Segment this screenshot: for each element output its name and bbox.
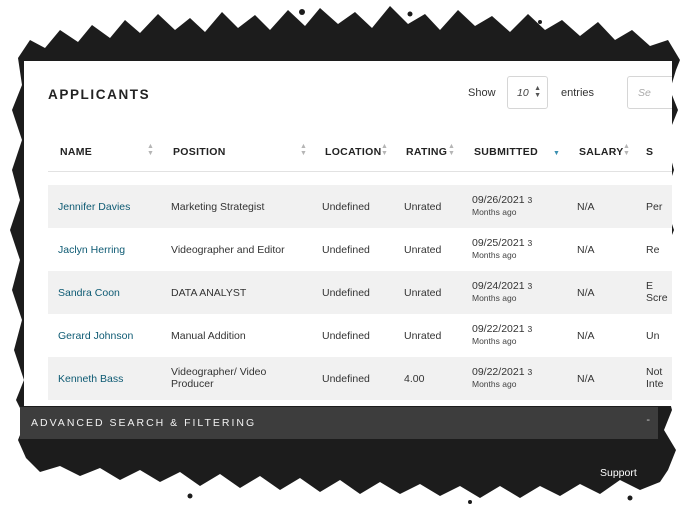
location-cell: Undefined [322, 201, 370, 213]
submitted-date: 09/25/2021 [472, 237, 525, 249]
support-link[interactable]: Support [600, 467, 637, 479]
position-line-1: Videographer/ Video [171, 366, 267, 378]
table-row[interactable]: Jennifer Davies Marketing Strategist Und… [48, 185, 672, 228]
sort-icon[interactable]: ▲ ▼ [623, 143, 630, 157]
applicant-name-link[interactable]: Jaclyn Herring [58, 244, 125, 256]
status-line-2: Scre [646, 292, 668, 304]
page-size-select[interactable]: 10 ▲ ▼ [507, 76, 548, 109]
salary-cell: N/A [577, 201, 595, 213]
submitted-ago-suffix: Months ago [472, 336, 517, 346]
status-line-2: Inte [646, 378, 664, 390]
sort-icon[interactable]: ▲ ▼ [147, 143, 154, 157]
advanced-search-label: ADVANCED SEARCH & FILTERING [31, 417, 257, 429]
collapse-icon[interactable]: - [646, 414, 650, 426]
location-cell: Undefined [322, 330, 370, 342]
salary-cell: N/A [577, 373, 595, 385]
page-size-value: 10 [517, 87, 529, 99]
sort-icon[interactable]: ▲ ▼ [300, 143, 307, 157]
submitted-date: 09/22/2021 [472, 366, 525, 378]
rating-cell: Unrated [404, 244, 442, 256]
position-cell: Videographer and Editor [171, 244, 285, 256]
page-title: APPLICANTS [48, 87, 151, 102]
table-row[interactable]: Kenneth Bass Videographer/ Video Producer… [48, 357, 672, 400]
status-line-1: E [646, 280, 654, 292]
submitted-cell: 09/22/2021 3 Months ago [472, 323, 532, 347]
submitted-ago: 3 [527, 195, 533, 205]
location-cell: Undefined [322, 373, 370, 385]
header-divider [48, 171, 672, 172]
column-header-submitted[interactable]: SUBMITTED [474, 146, 538, 158]
submitted-ago: 3 [527, 367, 533, 377]
applicants-panel: APPLICANTS Show 10 ▲ ▼ entries Se NAME ▲ ▼… [24, 61, 672, 406]
position-cell: Videographer/ Video Producer [171, 366, 266, 390]
submitted-ago-suffix: Months ago [472, 250, 517, 260]
status-cell: Per [646, 201, 663, 213]
rating-cell: Unrated [404, 287, 442, 299]
column-header-status[interactable]: S [646, 146, 653, 158]
status-line-1: Not [646, 366, 663, 378]
status-cell: Un [646, 330, 660, 342]
submitted-date: 09/26/2021 [472, 194, 525, 206]
submitted-ago-suffix: Months ago [472, 207, 517, 217]
status-cell: E Scre [646, 280, 668, 304]
column-header-location[interactable]: LOCATION [325, 146, 381, 158]
position-cell: Marketing Strategist [171, 201, 265, 213]
advanced-search-toggle[interactable]: ADVANCED SEARCH & FILTERING - [20, 407, 658, 439]
location-cell: Undefined [322, 244, 370, 256]
submitted-cell: 09/26/2021 3 Months ago [472, 194, 532, 218]
applicant-name-link[interactable]: Jennifer Davies [58, 201, 130, 213]
submitted-date: 09/24/2021 [472, 280, 525, 292]
column-header-salary[interactable]: SALARY [579, 146, 624, 158]
applicant-name-link[interactable]: Sandra Coon [58, 287, 120, 299]
status-cell: Not Inte [646, 366, 664, 390]
salary-cell: N/A [577, 330, 595, 342]
submitted-ago: 3 [527, 324, 533, 334]
sort-icon[interactable]: ▲ ▼ [381, 143, 388, 157]
rating-cell: 4.00 [404, 373, 425, 385]
column-header-position[interactable]: POSITION [173, 146, 226, 158]
position-cell: DATA ANALYST [171, 287, 247, 299]
salary-cell: N/A [577, 287, 595, 299]
submitted-cell: 09/25/2021 3 Months ago [472, 237, 532, 261]
submitted-date: 09/22/2021 [472, 323, 525, 335]
entries-label: entries [561, 87, 595, 99]
submitted-cell: 09/24/2021 3 Months ago [472, 280, 532, 304]
submitted-ago-suffix: Months ago [472, 379, 517, 389]
salary-cell: N/A [577, 244, 595, 256]
submitted-ago: 3 [527, 238, 533, 248]
rating-cell: Unrated [404, 201, 442, 213]
applicant-name-link[interactable]: Gerard Johnson [58, 330, 133, 342]
sort-desc-icon[interactable]: ▼ [553, 143, 560, 157]
submitted-ago-suffix: Months ago [472, 293, 517, 303]
table-row[interactable]: Jaclyn Herring Videographer and Editor U… [48, 228, 672, 271]
location-cell: Undefined [322, 287, 370, 299]
rating-cell: Unrated [404, 330, 442, 342]
column-header-name[interactable]: NAME [60, 146, 92, 158]
sort-icon[interactable]: ▲ ▼ [448, 143, 455, 157]
show-label: Show [468, 87, 496, 99]
position-line-2: Producer [171, 378, 214, 390]
submitted-ago: 3 [527, 281, 533, 291]
table-row[interactable]: Gerard Johnson Manual Addition Undefined… [48, 314, 672, 357]
submitted-cell: 09/22/2021 3 Months ago [472, 366, 532, 390]
select-arrows-icon: ▲ ▼ [534, 85, 541, 99]
column-header-rating[interactable]: RATING [406, 146, 447, 158]
status-cell: Re [646, 244, 660, 256]
position-cell: Manual Addition [171, 330, 246, 342]
table-row[interactable]: Sandra Coon DATA ANALYST Undefined Unrat… [48, 271, 672, 314]
search-input[interactable]: Se [627, 76, 672, 109]
applicant-name-link[interactable]: Kenneth Bass [58, 373, 123, 385]
